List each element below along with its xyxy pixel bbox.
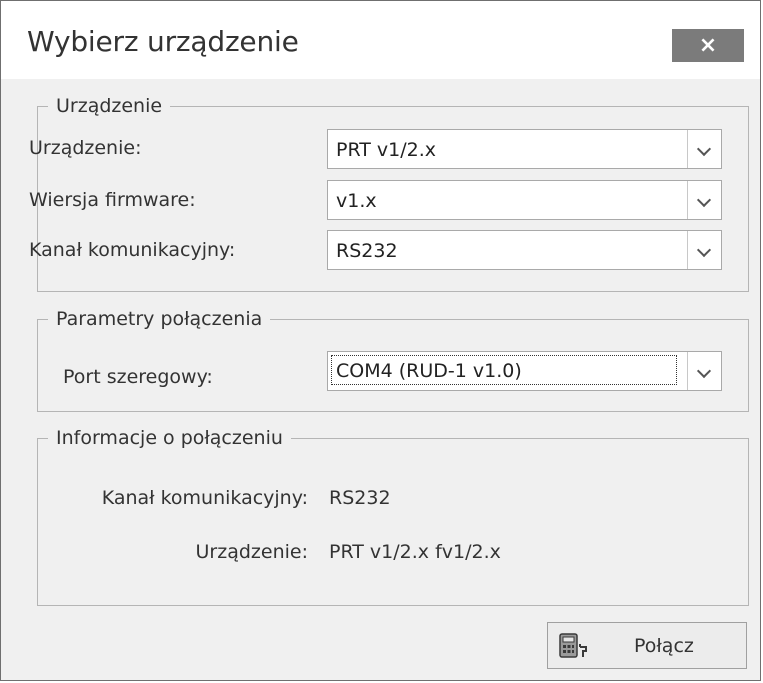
channel-select[interactable]: RS232 (327, 230, 722, 270)
info-device-label: Urządzenie: (195, 541, 308, 563)
info-device-value: PRT v1/2.x fv1/2.x (329, 541, 501, 563)
device-select-dropdown[interactable] (687, 130, 721, 168)
firmware-select-value: v1.x (336, 190, 377, 212)
info-channel-value: RS232 (329, 487, 391, 509)
port-select-value: COM4 (RUD-1 v1.0) (331, 355, 677, 385)
port-label: Port szeregowy: (63, 366, 213, 388)
chevron-down-icon (696, 242, 712, 258)
firmware-label: Wiersja firmware: (29, 189, 196, 211)
close-icon: × (698, 33, 718, 58)
info-channel-label: Kanał komunikacyjny: (101, 487, 308, 509)
port-select-dropdown[interactable] (687, 352, 721, 390)
chevron-down-icon (696, 141, 712, 157)
channel-select-dropdown[interactable] (687, 231, 721, 269)
device-label: Urządzenie: (29, 137, 142, 159)
firmware-select-dropdown[interactable] (687, 181, 721, 219)
device-select[interactable]: PRT v1/2.x (327, 129, 722, 169)
connection-params-title: Parametry połączenia (48, 308, 271, 330)
connection-info-title: Informacje o połączeniu (48, 427, 291, 449)
chevron-down-icon (696, 363, 712, 379)
firmware-select[interactable]: v1.x (327, 180, 722, 220)
channel-select-value: RS232 (336, 240, 398, 262)
connect-button[interactable]: Połącz (547, 622, 747, 669)
port-select[interactable]: COM4 (RUD-1 v1.0) (327, 351, 722, 391)
title-bar: Wybierz urządzenie × (1, 1, 760, 79)
connection-info-group: Informacje o połączeniu (37, 427, 749, 606)
connect-button-label: Połącz (634, 635, 694, 657)
close-button[interactable]: × (672, 29, 744, 62)
device-select-value: PRT v1/2.x (336, 139, 437, 161)
chevron-down-icon (696, 192, 712, 208)
channel-label: Kanał komunikacyjny: (29, 239, 236, 261)
device-group-title: Urządzenie (48, 95, 171, 117)
select-device-dialog: Wybierz urządzenie × Urządzenie Urządzen… (0, 0, 761, 681)
calculator-connect-icon (559, 633, 587, 658)
dialog-title: Wybierz urządzenie (27, 25, 299, 58)
